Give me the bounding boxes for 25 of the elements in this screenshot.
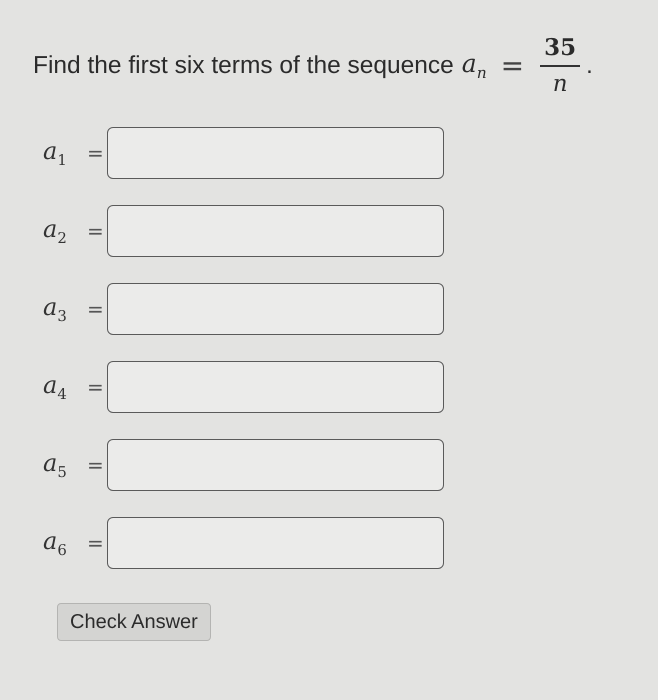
equals-sign: =	[87, 531, 103, 555]
answer-field[interactable]	[107, 127, 444, 179]
equals-sign: =	[87, 297, 103, 321]
answer-field[interactable]	[107, 439, 444, 491]
answer-field[interactable]	[107, 205, 444, 257]
term-label: a$_{5}$	[43, 449, 68, 481]
term-label: a$_{6}$	[43, 527, 68, 559]
check-answer-button[interactable]: Check Answer	[57, 603, 211, 641]
answer-field[interactable]	[107, 361, 444, 413]
answer-field[interactable]	[107, 283, 444, 335]
fraction-denominator: n	[552, 71, 568, 97]
period: .	[586, 52, 593, 80]
equals-sign: =	[87, 141, 103, 165]
equals-sign: =	[87, 375, 103, 399]
term-symbol: a$_{n}$	[462, 49, 487, 82]
term-label: a$_{1}$	[43, 137, 68, 169]
question-text: Find the first six terms of the sequence	[33, 52, 454, 80]
term-label: a$_{4}$	[43, 371, 68, 403]
equals-sign: =	[500, 49, 524, 82]
equals-sign: =	[87, 219, 103, 243]
fraction-numerator: 35	[544, 34, 576, 61]
answer-field[interactable]	[107, 517, 444, 569]
term-label: a$_{3}$	[43, 293, 68, 325]
term-label: a$_{2}$	[43, 215, 68, 247]
equals-sign: =	[87, 453, 103, 477]
